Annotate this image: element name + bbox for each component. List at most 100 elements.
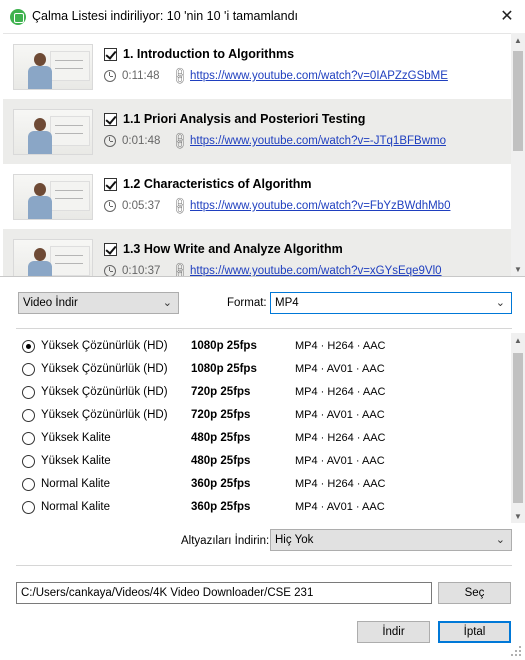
scroll-up-icon[interactable]: ▲ [511,33,525,47]
subtitles-label: Altyazıları İndirin: [181,535,270,547]
quality-option[interactable]: Normal Kalite 360p 25fps MP4 · H264 · AA… [22,475,502,495]
quality-resolution: 1080p 25fps [191,363,257,375]
video-thumbnail [13,44,93,90]
quality-resolution: 720p 25fps [191,386,251,398]
link-icon: 🔗︎ [168,129,192,152]
format-value: MP4 [275,297,299,309]
playlist-scrollbar[interactable]: ▲ ▼ [511,33,525,276]
item-url[interactable]: https://www.youtube.com/watch?v=FbYzBWdh… [190,200,450,212]
quality-resolution: 480p 25fps [191,432,251,444]
clock-icon [104,135,116,147]
quality-codec: MP4 · AV01 · AAC [295,455,385,467]
item-duration: 0:01:48 [122,135,161,147]
quality-radio[interactable] [22,432,35,445]
clock-icon [104,200,116,212]
quality-name: Yüksek Çözünürlük (HD) [41,409,168,421]
quality-option[interactable]: Yüksek Çözünürlük (HD) 1080p 25fps MP4 ·… [22,337,502,357]
item-title: 1.2 Characteristics of Algorithm [123,177,312,191]
save-path-input[interactable]: C:/Users/cankaya/Videos/4K Video Downloa… [16,582,432,604]
quality-codec: MP4 · H264 · AAC [295,340,386,352]
chevron-down-icon: ⌄ [495,297,505,309]
quality-codec: MP4 · H264 · AAC [295,432,386,444]
item-checkbox[interactable] [104,48,117,61]
quality-codec: MP4 · AV01 · AAC [295,363,385,375]
save-path-value: C:/Users/cankaya/Videos/4K Video Downloa… [21,587,314,599]
quality-option[interactable]: Yüksek Çözünürlük (HD) 720p 25fps MP4 · … [22,383,502,403]
quality-radio[interactable] [22,340,35,353]
quality-name: Yüksek Çözünürlük (HD) [41,340,168,352]
item-url[interactable]: https://www.youtube.com/watch?v=0IAPZzGS… [190,70,448,82]
subtitles-select[interactable]: Hiç Yok ⌄ [270,529,512,551]
quality-resolution: 480p 25fps [191,455,251,467]
quality-resolution: 360p 25fps [191,478,251,490]
scroll-down-icon[interactable]: ▼ [511,262,525,276]
item-checkbox[interactable] [104,243,117,256]
quality-radio[interactable] [22,386,35,399]
quality-codec: MP4 · H264 · AAC [295,386,386,398]
quality-radio[interactable] [22,501,35,514]
chevron-down-icon: ⌄ [495,534,505,546]
link-icon: 🔗︎ [168,64,192,87]
link-icon: 🔗︎ [168,194,192,217]
quality-name: Yüksek Çözünürlük (HD) [41,363,168,375]
window-title: Çalma Listesi indiriliyor: 10 'nin 10 'i… [32,9,298,23]
item-duration: 0:05:37 [122,200,161,212]
video-thumbnail [13,109,93,155]
quality-resolution: 1080p 25fps [191,340,257,352]
close-button[interactable]: ✕ [494,4,520,28]
quality-option[interactable]: Yüksek Çözünürlük (HD) 720p 25fps MP4 · … [22,406,502,426]
item-title: 1.1 Priori Analysis and Posteriori Testi… [123,112,366,126]
playlist-list: 1. Introduction to Algorithms 0:11:48 🔗︎… [3,33,511,276]
quality-codec: MP4 · H264 · AAC [295,478,386,490]
quality-resolution: 720p 25fps [191,409,251,421]
quality-name: Normal Kalite [41,478,111,490]
scrollbar-thumb[interactable] [513,353,523,503]
scroll-down-icon[interactable]: ▼ [511,509,525,523]
video-thumbnail [13,239,93,276]
app-icon [10,9,26,25]
quality-radio[interactable] [22,478,35,491]
format-select[interactable]: MP4 ⌄ [270,292,512,314]
clock-icon [104,70,116,82]
download-type-value: Video İndir [23,297,78,309]
playlist-item: 1.2 Characteristics of Algorithm 0:05:37… [3,164,511,229]
scroll-up-icon[interactable]: ▲ [511,333,525,347]
item-checkbox[interactable] [104,178,117,191]
playlist-item: 1. Introduction to Algorithms 0:11:48 🔗︎… [3,34,511,99]
playlist-item: 1.1 Priori Analysis and Posteriori Testi… [3,99,511,164]
download-type-select[interactable]: Video İndir ⌄ [18,292,179,314]
cancel-button[interactable]: İptal [438,621,511,643]
item-checkbox[interactable] [104,113,117,126]
chevron-down-icon: ⌄ [162,297,172,309]
quality-scrollbar[interactable]: ▲ ▼ [511,333,525,523]
item-title: 1.3 How Write and Analyze Algorithm [123,242,343,256]
quality-option[interactable]: Yüksek Çözünürlük (HD) 1080p 25fps MP4 ·… [22,360,502,380]
video-thumbnail [13,174,93,220]
quality-radio[interactable] [22,363,35,376]
playlist-item: 1.3 How Write and Analyze Algorithm 0:10… [3,229,511,276]
title-bar: Çalma Listesi indiriliyor: 10 'nin 10 'i… [0,0,525,33]
item-url[interactable]: https://www.youtube.com/watch?v=xGYsEqe9… [190,265,442,276]
quality-option[interactable]: Yüksek Kalite 480p 25fps MP4 · AV01 · AA… [22,452,502,472]
quality-codec: MP4 · AV01 · AAC [295,409,385,421]
item-title: 1. Introduction to Algorithms [123,47,295,61]
quality-option[interactable]: Normal Kalite 360p 25fps MP4 · AV01 · AA… [22,498,502,518]
quality-name: Normal Kalite [41,501,111,513]
quality-radio[interactable] [22,455,35,468]
choose-folder-button[interactable]: Seç [438,582,511,604]
quality-codec: MP4 · AV01 · AAC [295,501,385,513]
item-duration: 0:11:48 [122,70,160,82]
link-icon: 🔗︎ [168,259,192,276]
subtitles-value: Hiç Yok [275,534,314,546]
quality-name: Yüksek Kalite [41,432,111,444]
section-divider [16,565,512,566]
quality-option[interactable]: Yüksek Kalite 480p 25fps MP4 · H264 · AA… [22,429,502,449]
quality-name: Yüksek Kalite [41,455,111,467]
quality-name: Yüksek Çözünürlük (HD) [41,386,168,398]
item-url[interactable]: https://www.youtube.com/watch?v=-JTq1BFB… [190,135,446,147]
quality-radio[interactable] [22,409,35,422]
scrollbar-thumb[interactable] [513,51,523,151]
download-button[interactable]: İndir [357,621,430,643]
clock-icon [104,265,116,276]
resize-grip-icon[interactable] [511,646,523,658]
